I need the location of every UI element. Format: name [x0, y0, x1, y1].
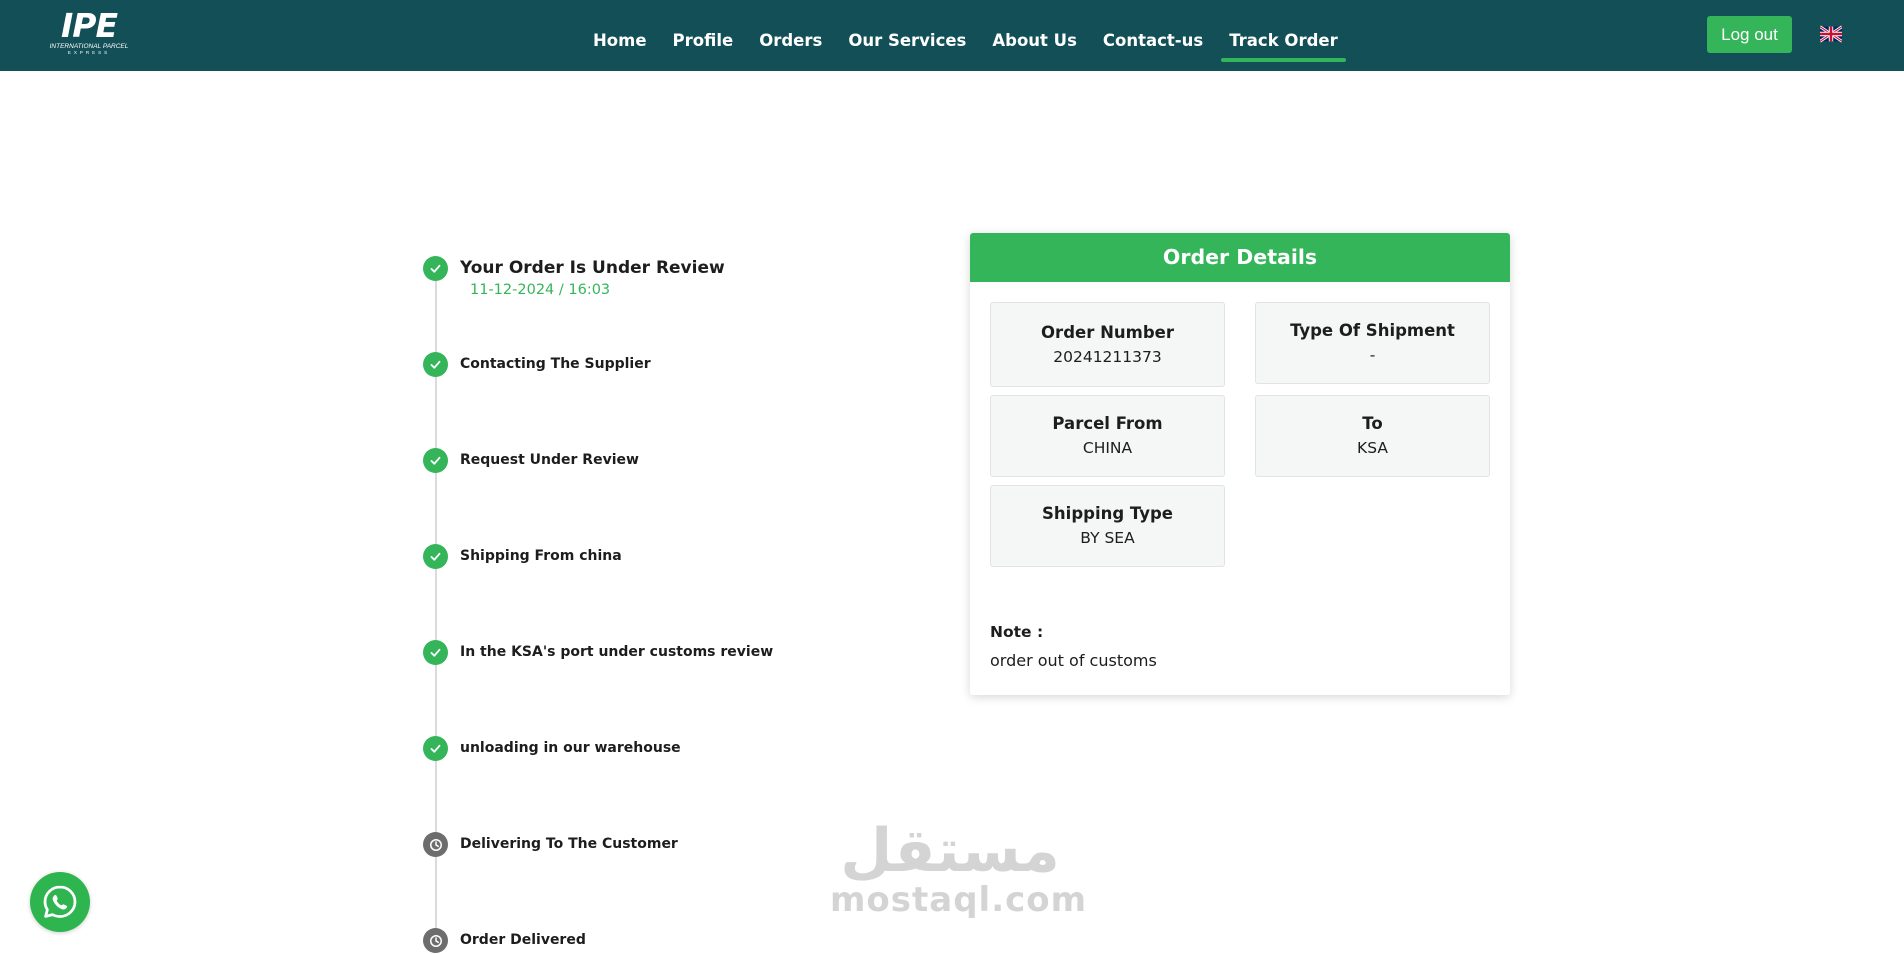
main-nav: Home Profile Orders Our Services About U…	[580, 0, 1351, 71]
clock-icon	[423, 832, 448, 857]
timeline-step-6: unloading in our warehouse	[423, 736, 681, 761]
type-of-shipment-value: -	[1369, 346, 1376, 364]
parcel-from-label: Parcel From	[1052, 414, 1163, 433]
nav-home[interactable]: Home	[585, 8, 655, 64]
step-title: Shipping From china	[460, 548, 622, 564]
top-navbar: IPE INTERNATIONAL PARCEL EXPRESS Home Pr…	[0, 0, 1904, 71]
check-icon	[423, 736, 448, 761]
destination-box: To KSA	[1255, 395, 1490, 477]
parcel-from-value: CHINA	[1082, 439, 1133, 457]
step-date: 11-12-2024 / 16:03	[470, 282, 611, 298]
step-title: Order Delivered	[460, 932, 586, 948]
whatsapp-button[interactable]	[30, 872, 90, 932]
check-icon	[423, 640, 448, 665]
whatsapp-icon	[43, 885, 77, 918]
step-title: Your Order Is Under Review	[460, 258, 725, 278]
order-number-label: Order Number	[1041, 322, 1174, 342]
nav-our-services[interactable]: Our Services	[840, 8, 974, 64]
watermark-latin: mostaql.com	[830, 880, 1088, 920]
logo-mark: IPE	[60, 6, 118, 45]
timeline-step-1: Your Order Is Under Review 11-12-2024 / …	[423, 256, 725, 300]
nav-about-us[interactable]: About Us	[984, 8, 1085, 64]
clock-icon	[423, 928, 448, 953]
note-label: Note :	[990, 623, 1044, 641]
type-of-shipment-label: Type Of Shipment	[1290, 321, 1455, 340]
ipe-logo[interactable]: IPE INTERNATIONAL PARCEL EXPRESS	[46, 9, 132, 59]
timeline-step-8: Order Delivered	[423, 928, 586, 953]
nav-profile[interactable]: Profile	[665, 8, 742, 64]
check-icon	[423, 352, 448, 377]
logout-button[interactable]: Log out	[1707, 16, 1792, 53]
step-title: In the KSA's port under customs review	[460, 644, 774, 660]
nav-orders[interactable]: Orders	[751, 8, 830, 64]
step-title: Delivering To The Customer	[460, 836, 678, 852]
check-icon	[423, 448, 448, 473]
note-value: order out of customs	[990, 651, 1157, 670]
shipping-type-label: Shipping Type	[1042, 504, 1173, 523]
parcel-from-box: Parcel From CHINA	[990, 395, 1225, 477]
order-details-card: Order Details Order Number 20241211373 T…	[970, 233, 1510, 695]
mostaql-watermark: مستقل mostaql.com	[830, 816, 1088, 920]
step-title: Contacting The Supplier	[460, 356, 651, 372]
destination-value: KSA	[1357, 439, 1388, 457]
nav-track-order[interactable]: Track Order	[1221, 8, 1346, 64]
nav-contact-us[interactable]: Contact-us	[1095, 8, 1211, 64]
logo-tagline-2: EXPRESS	[67, 50, 111, 55]
timeline-step-3: Request Under Review	[423, 448, 639, 473]
timeline-step-7: Delivering To The Customer	[423, 832, 678, 857]
uk-flag-icon[interactable]	[1820, 25, 1842, 43]
step-title: Request Under Review	[460, 452, 639, 468]
timeline-step-4: Shipping From china	[423, 544, 622, 569]
check-icon	[423, 544, 448, 569]
destination-label: To	[1362, 414, 1383, 433]
type-of-shipment-box: Type Of Shipment -	[1255, 302, 1490, 384]
shipping-type-value: BY SEA	[1080, 529, 1135, 547]
order-number-value: 20241211373	[1053, 347, 1162, 366]
timeline-step-5: In the KSA's port under customs review	[423, 640, 773, 665]
timeline-step-2: Contacting The Supplier	[423, 352, 651, 377]
check-icon	[423, 256, 448, 281]
order-number-box: Order Number 20241211373	[990, 302, 1225, 387]
shipping-type-box: Shipping Type BY SEA	[990, 485, 1225, 567]
order-details-title: Order Details	[970, 233, 1510, 282]
step-title: unloading in our warehouse	[460, 740, 681, 756]
logo-tagline: INTERNATIONAL PARCEL	[49, 43, 129, 50]
watermark-arabic: مستقل	[840, 816, 1060, 886]
